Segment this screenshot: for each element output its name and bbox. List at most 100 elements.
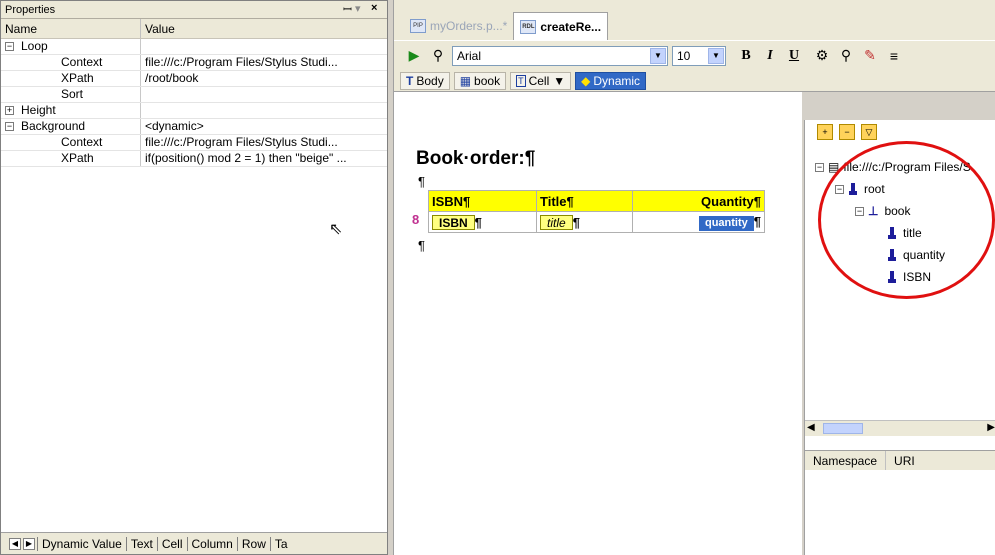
run-icon[interactable]: ▶ xyxy=(404,46,424,66)
collapse-icon[interactable]: − xyxy=(5,42,14,51)
report-editor: PIP myOrders.p...* RDL createRe... ▶ ⚲ A… xyxy=(393,0,995,555)
expand-icon[interactable]: + xyxy=(5,106,14,115)
property-value[interactable] xyxy=(141,87,386,102)
diamond-icon: ◆ xyxy=(581,73,591,88)
align-icon[interactable]: ≡ xyxy=(884,46,904,66)
quantity-cell[interactable]: quantity ¶ xyxy=(632,211,765,233)
font-size-select[interactable]: 10 ▼ xyxy=(672,45,726,66)
isbn-field-tag[interactable]: ISBN xyxy=(432,214,475,230)
document-title[interactable]: Book·order:¶ xyxy=(416,148,535,170)
property-tab[interactable]: Dynamic Value xyxy=(37,536,126,551)
property-row[interactable]: − Background <dynamic> xyxy=(1,119,387,135)
book-label: book xyxy=(884,204,911,218)
isbn-cell[interactable]: ISBN ¶ xyxy=(428,211,537,233)
dynamic-button[interactable]: ◆ Dynamic xyxy=(575,71,647,90)
document-canvas[interactable] xyxy=(394,120,802,555)
book-label: book xyxy=(474,73,501,88)
property-row[interactable]: XPath if(position() mod 2 = 1) then "beig… xyxy=(1,151,387,167)
bold-button[interactable]: B xyxy=(736,48,756,64)
tree-node-title[interactable]: title xyxy=(887,226,922,240)
scroll-left-icon[interactable]: ◀ xyxy=(9,537,21,550)
tree-node-quantity[interactable]: quantity xyxy=(887,248,945,262)
quantity-header[interactable]: Quantity¶ xyxy=(632,190,765,212)
property-tab[interactable]: Row xyxy=(236,536,270,551)
tree-node-root[interactable]: − root xyxy=(835,182,885,196)
title-header[interactable]: Title¶ xyxy=(536,190,633,212)
add-source-icon[interactable]: + xyxy=(817,124,833,140)
property-value[interactable]: /root/book xyxy=(141,71,386,86)
title-field-tag[interactable]: title xyxy=(540,214,573,230)
close-icon[interactable]: × xyxy=(371,2,377,14)
find-icon[interactable]: ⚙ xyxy=(812,46,832,66)
property-value[interactable]: <dynamic> xyxy=(141,119,386,134)
property-tab[interactable]: Column xyxy=(186,536,237,551)
namespace-column-header[interactable]: Namespace xyxy=(805,451,887,470)
scroll-right-icon[interactable]: ▶ xyxy=(23,537,35,550)
name-column-header[interactable]: Name xyxy=(1,19,141,38)
properties-tab-bar: ◀ ▶ Dynamic Value Text Cell Column Row Ta xyxy=(1,532,387,554)
tree-node-isbn[interactable]: ISBN xyxy=(887,270,931,284)
tree-node-book[interactable]: − ⊥ book xyxy=(855,204,910,218)
property-value[interactable]: if(position() mod 2 = 1) then "beige" ..… xyxy=(141,151,386,166)
property-row[interactable]: Sort xyxy=(1,87,387,103)
filter-icon[interactable]: ▽ xyxy=(861,124,877,140)
paragraph-mark: ¶ xyxy=(418,238,425,253)
property-value[interactable]: file:///c:/Program Files/Stylus Studi... xyxy=(141,135,386,150)
properties-panel: Properties ꟷ ▾ × Name Value − Loop Context… xyxy=(0,0,388,555)
title-cell[interactable]: title ¶ xyxy=(536,211,633,233)
table-row: ISBN ¶ title ¶ quantity ¶ xyxy=(428,211,765,233)
property-name: + Height xyxy=(1,103,141,118)
italic-button[interactable]: I xyxy=(760,48,780,64)
namespace-header: Namespace URI xyxy=(805,450,995,470)
tab-createreport[interactable]: RDL createRe... xyxy=(513,12,609,40)
dropdown-icon[interactable]: ▾ xyxy=(355,2,361,15)
font-family-select[interactable]: Arial ▼ xyxy=(452,45,668,66)
property-value[interactable] xyxy=(141,103,386,118)
properties-title-bar: Properties ꟷ ▾ × xyxy=(1,1,387,19)
element-icon xyxy=(887,249,897,261)
body-button[interactable]: T Body xyxy=(400,71,450,90)
property-value[interactable] xyxy=(141,39,386,54)
collapse-icon[interactable]: − xyxy=(835,184,844,194)
book-button[interactable]: ▦ book xyxy=(453,71,507,90)
underline-button[interactable]: U xyxy=(784,48,804,64)
scroll-right-icon[interactable]: ▶ xyxy=(987,422,995,433)
pin-icon[interactable]: ꟷ xyxy=(343,2,352,17)
dynamic-label: Dynamic xyxy=(593,73,641,88)
collapse-icon[interactable]: − xyxy=(855,206,864,216)
canvas-top xyxy=(394,92,802,120)
property-value[interactable]: file:///c:/Program Files/Stylus Studi... xyxy=(141,55,386,70)
property-tab[interactable]: Text xyxy=(125,536,157,551)
cell-button[interactable]: T Cell ▼ xyxy=(510,71,572,90)
book-table[interactable]: ISBN¶ Title¶ Quantity¶ ISBN ¶ title ¶ quan… xyxy=(428,190,765,233)
file-uri-label: file:///c:/Program Files/S xyxy=(843,160,971,174)
isbn-header[interactable]: ISBN¶ xyxy=(428,190,537,212)
property-row[interactable]: XPath/root/book xyxy=(1,71,387,87)
property-name: − Loop xyxy=(1,39,141,54)
remove-source-icon[interactable]: − xyxy=(839,124,855,140)
quantity-field-tag[interactable]: quantity xyxy=(698,215,754,231)
property-row[interactable]: + Height xyxy=(1,103,387,119)
schema-tree-pane: + − ▽ − ▤ file:///c:/Program Files/S − r… xyxy=(804,120,995,555)
tab-myorders[interactable]: PIP myOrders.p...* xyxy=(404,12,513,40)
property-row[interactable]: Context file:///c:/Program Files/Stylus S… xyxy=(1,55,387,71)
property-name-label: Context xyxy=(61,135,103,149)
paragraph-mark: ¶ xyxy=(474,214,482,230)
collapse-icon[interactable]: − xyxy=(815,162,824,172)
uri-column-header[interactable]: URI xyxy=(886,451,923,470)
scroll-left-icon[interactable]: ◀ xyxy=(807,422,815,433)
property-row[interactable]: − Loop xyxy=(1,39,387,55)
eraser-icon[interactable]: ✎ xyxy=(860,46,880,66)
property-tab[interactable]: Ta xyxy=(269,536,292,551)
property-name: Context xyxy=(1,55,141,70)
property-row[interactable]: Context file:///c:/Program Files/Stylus S… xyxy=(1,135,387,151)
horizontal-scrollbar[interactable]: ◀ ▶ xyxy=(805,420,995,436)
zoom-icon[interactable]: ⚲ xyxy=(836,46,856,66)
scroll-thumb[interactable] xyxy=(823,423,863,434)
collapse-icon[interactable]: − xyxy=(5,122,14,131)
isbn-label: ISBN xyxy=(903,270,932,284)
tree-node-file[interactable]: − ▤ file:///c:/Program Files/S xyxy=(815,160,971,174)
value-column-header[interactable]: Value xyxy=(141,19,179,38)
preview-icon[interactable]: ⚲ xyxy=(428,46,448,66)
property-tab[interactable]: Cell xyxy=(156,536,187,551)
